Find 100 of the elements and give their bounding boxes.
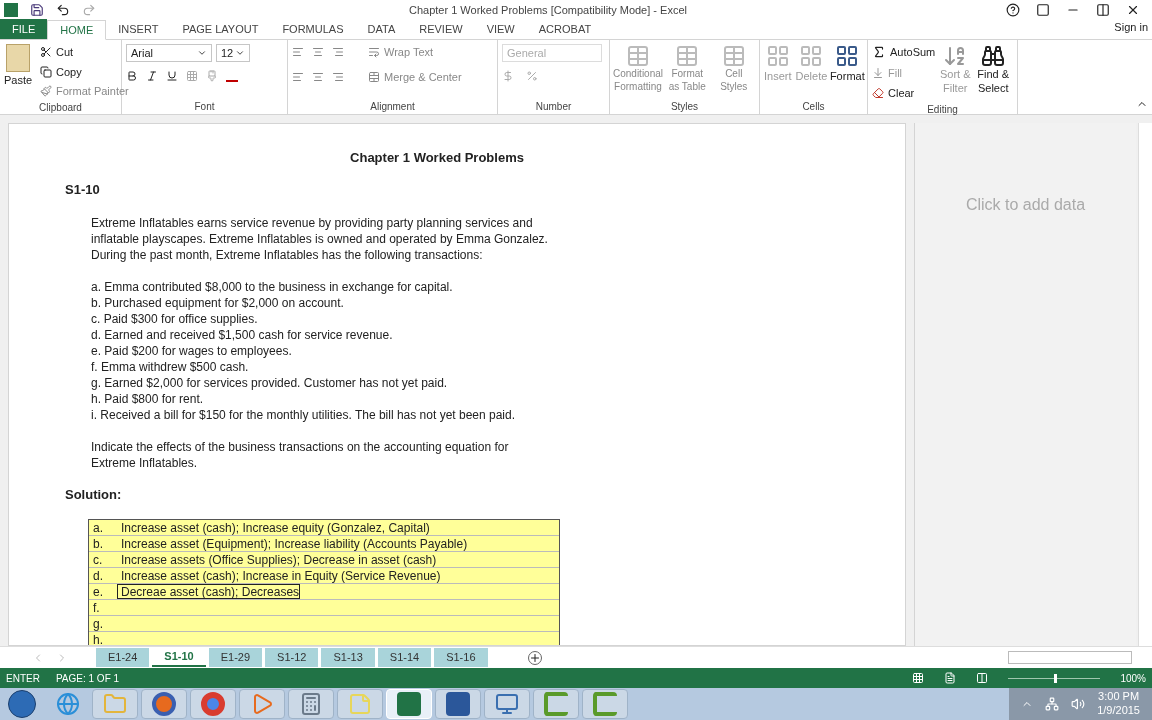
align-middle-icon[interactable] <box>312 46 324 59</box>
table-cell-text: f. <box>92 600 101 615</box>
note-icon <box>348 692 372 716</box>
underline-icon[interactable] <box>166 70 178 82</box>
page-layout-icon[interactable] <box>944 672 957 684</box>
page-break-icon[interactable] <box>976 672 989 684</box>
wrap-text-icon <box>368 46 380 59</box>
merge-center-button[interactable]: Merge & Center <box>368 68 462 85</box>
table-cell-text: a. <box>92 520 104 535</box>
fill-color-icon[interactable] <box>206 70 218 82</box>
grid-icon <box>835 44 860 68</box>
format-painter-button[interactable]: Format Painter <box>40 83 129 100</box>
transaction-line: c. Paid $300 for office supplies. <box>91 311 259 327</box>
align-right-icon[interactable] <box>332 70 344 83</box>
sheet-tab[interactable]: S1-13 <box>321 648 375 667</box>
status-page: PAGE: 1 OF 1 <box>55 671 120 686</box>
currency-icon[interactable] <box>502 70 514 82</box>
redo-icon[interactable] <box>82 3 96 17</box>
ribbon-tab[interactable]: DATA <box>355 19 408 39</box>
taskbar-button[interactable] <box>288 689 334 719</box>
styles-button[interactable]: Cell Styles <box>712 44 755 93</box>
normal-view-icon[interactable] <box>912 672 925 684</box>
taskbar-button[interactable] <box>582 689 628 719</box>
scissors-icon <box>40 46 52 59</box>
table-cell-text: e. <box>92 584 104 599</box>
text-line: Extreme Inflatables earns service revenue by providing party planning services and <box>91 215 534 231</box>
sheet-tab[interactable]: S1-14 <box>377 648 432 667</box>
restore-icon[interactable] <box>1096 3 1110 17</box>
close-icon[interactable] <box>1126 3 1140 17</box>
align-top-icon[interactable] <box>292 46 304 59</box>
network-icon[interactable] <box>1045 697 1060 711</box>
paste-button[interactable]: Paste <box>4 44 32 89</box>
table-cell-text: g. <box>92 616 104 631</box>
ribbon-tab[interactable]: PAGE LAYOUT <box>170 19 271 39</box>
bracket-icon <box>544 692 568 716</box>
group-label: Number <box>535 100 572 114</box>
group-label: Cells <box>802 100 825 114</box>
table-cell-text: Increase asset (cash); Increase equity (Gonzalez, Capital) <box>120 520 430 535</box>
group-label: Clipboard <box>39 100 82 115</box>
sheet-tab[interactable]: E1-29 <box>208 648 263 667</box>
transaction-line: b. Purchased equipment for $2,000 on account. <box>91 295 345 311</box>
ribbon-tab[interactable]: FORMULAS <box>270 19 356 39</box>
align-center-icon[interactable] <box>312 70 324 83</box>
wrap-text-button[interactable]: Wrap Text <box>368 44 434 61</box>
align-bottom-icon[interactable] <box>332 46 344 59</box>
binoculars-icon <box>981 44 1006 68</box>
ribbon-options-icon[interactable] <box>1036 3 1050 17</box>
sheet-tab[interactable]: S1-16 <box>434 648 488 667</box>
cells-button[interactable]: Format <box>831 44 864 85</box>
save-icon[interactable] <box>30 3 44 17</box>
taskbar-button[interactable] <box>435 689 481 719</box>
volume-icon[interactable] <box>1071 697 1086 711</box>
styles-button[interactable]: Conditional Formatting <box>614 44 662 93</box>
ribbon-tab[interactable]: ACROBAT <box>526 19 604 39</box>
ribbon-tab[interactable]: REVIEW <box>407 19 475 39</box>
zoom-thumb[interactable] <box>1054 673 1058 683</box>
font-name-field[interactable]: Arial <box>126 44 212 62</box>
eraser-icon <box>872 87 884 100</box>
problem-label: S1-10 <box>65 182 101 198</box>
taskbar-button[interactable] <box>190 689 236 719</box>
table-icon <box>721 44 746 68</box>
font-size-field[interactable]: 12 <box>216 44 250 62</box>
taskbar-button[interactable] <box>141 689 187 719</box>
solution-label: Solution: <box>65 487 123 503</box>
percent-icon[interactable] <box>526 70 538 82</box>
clear-button[interactable]: Clear <box>872 85 936 102</box>
sign-in-link[interactable]: Sign in <box>1114 18 1152 35</box>
transaction-line: i. Received a bill for $150 for the monthly utilities. The bill has not yet been paid. <box>91 407 517 423</box>
text-line: Extreme Inflatables. <box>91 455 199 471</box>
placeholder-text: Click to add data <box>965 195 1086 215</box>
active-cell[interactable]: Decreae asset (cash); Decreases <box>117 584 301 599</box>
table-icon <box>675 44 700 68</box>
cut-button[interactable]: Cut <box>40 44 129 61</box>
browser-icon[interactable] <box>56 692 80 716</box>
align-left-icon[interactable] <box>292 70 304 83</box>
autosum-button[interactable]: AutoSum <box>872 44 936 61</box>
start-button[interactable] <box>8 690 36 718</box>
italic-icon[interactable] <box>146 70 158 82</box>
dropdown-icon <box>235 48 245 58</box>
find-select-button[interactable]: Find & Select <box>975 44 1012 96</box>
styles-button[interactable]: Format as Table <box>666 44 709 93</box>
status-mode: ENTER <box>6 671 40 686</box>
transaction-line: f. Emma withdrew $500 cash. <box>91 359 250 375</box>
sheet-title: Chapter 1 Worked Problems <box>349 150 525 166</box>
spreadsheet-icon <box>4 3 18 17</box>
zoom-percent: 100% <box>1120 671 1146 686</box>
sheet-tab[interactable]: S1-12 <box>265 648 319 667</box>
taskbar-button[interactable] <box>533 689 579 719</box>
ribbon-tab[interactable]: HOME <box>47 20 107 40</box>
sheet-tab[interactable]: E1-24 <box>96 648 150 667</box>
group-label: Font <box>194 100 215 114</box>
ribbon-tab[interactable]: VIEW <box>474 19 527 39</box>
borders-icon[interactable] <box>186 70 198 82</box>
help-icon[interactable] <box>1006 3 1020 17</box>
taskbar-button[interactable] <box>484 689 530 719</box>
file-tab[interactable]: FILE <box>0 19 48 39</box>
undo-icon[interactable] <box>56 3 70 17</box>
bold-icon[interactable] <box>126 70 138 82</box>
ribbon-tab[interactable]: INSERT <box>106 19 171 39</box>
copy-button[interactable]: Copy <box>40 63 129 80</box>
